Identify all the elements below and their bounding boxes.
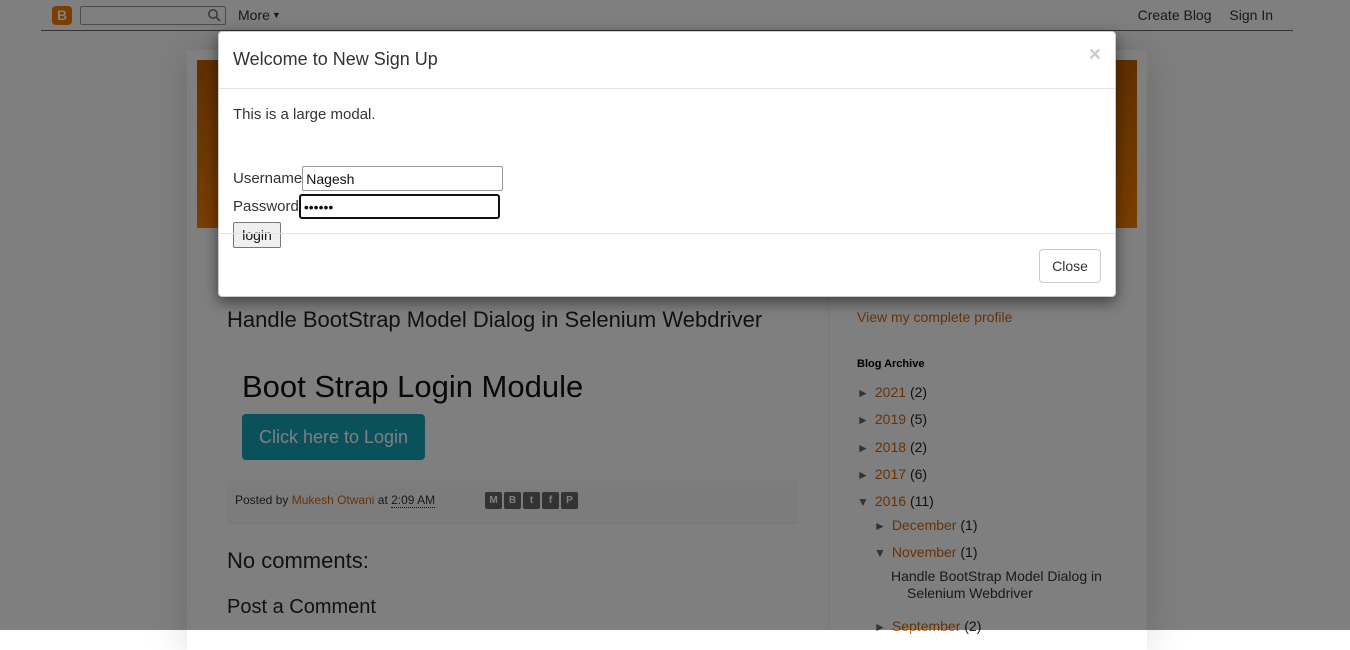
username-row: Username xyxy=(233,166,504,191)
modal-header: Welcome to New Sign Up × xyxy=(219,32,1115,89)
modal-description: This is a large modal. xyxy=(233,106,376,123)
username-label: Username xyxy=(233,170,303,187)
password-row: Password xyxy=(233,194,500,219)
modal-body: This is a large modal. Username Password… xyxy=(233,88,1101,248)
password-input[interactable] xyxy=(298,194,500,219)
close-icon[interactable]: × xyxy=(1089,44,1101,65)
modal-title: Welcome to New Sign Up xyxy=(233,49,438,69)
signup-modal: Welcome to New Sign Up × This is a large… xyxy=(218,31,1116,297)
password-label: Password xyxy=(233,198,299,215)
username-input[interactable] xyxy=(302,166,504,191)
modal-footer: Close xyxy=(219,233,1115,297)
close-button[interactable]: Close xyxy=(1039,249,1101,283)
